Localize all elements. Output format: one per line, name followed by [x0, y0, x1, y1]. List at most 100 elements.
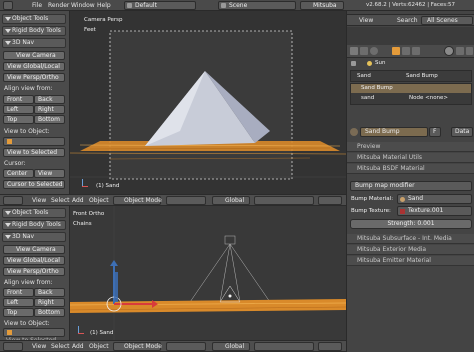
material-slot-sand-bump[interactable]: Sand Bump [406, 73, 438, 79]
material-slot-list[interactable]: Sand Sand Bump [350, 70, 472, 82]
bump-type-selector[interactable]: Bump map modifier [350, 181, 472, 191]
bump-texture-field[interactable]: Texture.001 [397, 206, 472, 216]
align-left-button[interactable]: Left [3, 105, 34, 114]
view-to-selected-button[interactable]: View to Selected [3, 148, 65, 157]
cursor-center-button[interactable]: Center [3, 169, 34, 178]
scene-selector[interactable]: Scene [218, 1, 296, 10]
view-to-object-field[interactable] [3, 137, 65, 146]
header-object-menu[interactable]: Object [89, 197, 109, 204]
scene-tab-icon[interactable] [360, 47, 368, 55]
material-name-field[interactable]: Sand Bump [360, 127, 428, 137]
tree-row-sand-bump[interactable]: Sand Bump [351, 84, 471, 93]
editor-type-selector[interactable] [3, 196, 23, 205]
view-camera-button[interactable]: View Camera [3, 51, 65, 60]
orientation-selector-bottom[interactable]: Global [212, 342, 250, 351]
material-slot-sand[interactable]: Sand [357, 73, 371, 79]
outliner-search-menu[interactable]: Search [397, 17, 418, 24]
orientation-selector[interactable]: Global [212, 196, 250, 205]
tab-object-tools[interactable]: Object Tools [2, 14, 66, 24]
view-camera-button-bottom[interactable]: View Camera [3, 245, 65, 254]
shading-buttons[interactable] [166, 196, 206, 205]
align-top-button[interactable]: Top [3, 115, 34, 124]
section-material-utils[interactable]: Mitsuba Material Utils [347, 153, 474, 163]
section-emitter-material[interactable]: Mitsuba Emitter Material [347, 256, 474, 266]
tab-3d-nav-bottom[interactable]: 3D Nav [2, 232, 66, 242]
view-persp-ortho-button[interactable]: View Persp/Ortho [3, 73, 65, 82]
material-tab-icon[interactable] [444, 46, 454, 56]
tab-3d-nav[interactable]: 3D Nav [2, 38, 66, 48]
header-view-menu-bottom[interactable]: View [32, 343, 46, 350]
snap-toggle[interactable] [318, 196, 342, 205]
menu-render[interactable]: Render [48, 2, 69, 9]
sun-lamp-icon [367, 61, 372, 66]
menu-file[interactable]: File [32, 2, 42, 9]
align-front-button[interactable]: Front [3, 95, 34, 104]
world-tab-icon[interactable] [370, 47, 378, 55]
modifier-tab-icon[interactable] [402, 47, 410, 55]
data-link-selector[interactable]: Data [451, 127, 473, 137]
screen-selector[interactable]: Default [124, 1, 196, 10]
material-browse-icon[interactable] [350, 128, 358, 136]
texture-tab-icon[interactable] [456, 47, 464, 55]
tab-rigid-body-tools[interactable]: Rigid Body Tools [2, 26, 66, 36]
object-tab-icon[interactable] [392, 47, 400, 55]
data-tab-icon[interactable] [412, 47, 420, 55]
render-tab-icon[interactable] [350, 47, 358, 55]
mode-selector[interactable]: Object Mode [113, 196, 162, 205]
header-add-menu[interactable]: Add [72, 197, 84, 204]
menu-window[interactable]: Window [71, 2, 95, 9]
align-front-button-bottom[interactable]: Front [3, 288, 34, 297]
header-object-menu-bottom[interactable]: Object [89, 343, 109, 350]
section-exterior-media[interactable]: Mitsuba Exterior Media [347, 245, 474, 255]
menu-help[interactable]: Help [97, 2, 111, 9]
header-select-menu[interactable]: Select [51, 197, 70, 204]
shading-buttons-bottom[interactable] [166, 342, 206, 351]
tab-rigid-body-tools-bottom[interactable]: Rigid Body Tools [2, 220, 66, 230]
outliner-view-menu[interactable]: View [359, 17, 373, 24]
layer-buttons[interactable] [254, 196, 314, 205]
node-tree-list[interactable]: Sand Bump sand Node <none> [350, 83, 472, 105]
orientation-label: Global [225, 197, 245, 204]
strength-slider[interactable]: Strength: 0.001 [350, 219, 472, 229]
outliner-list[interactable] [347, 27, 474, 45]
breadcrumb-sun[interactable]: Sun [375, 60, 385, 66]
header-add-menu-bottom[interactable]: Add [72, 343, 84, 350]
view-persp-ortho-button-bottom[interactable]: View Persp/Ortho [3, 267, 65, 276]
render-engine-selector[interactable]: Mitsuba [300, 1, 344, 10]
fake-user-button[interactable]: F [429, 127, 441, 137]
viewport-camera[interactable]: Camera Persp Feet (1) Sand [70, 11, 346, 194]
align-bottom-button-bottom[interactable]: Bottom [34, 308, 65, 317]
pin-icon[interactable] [351, 61, 356, 66]
align-back-button[interactable]: Back [34, 95, 65, 104]
section-bsdf-material[interactable]: Mitsuba BSDF Material [347, 164, 474, 174]
view-to-object-field-bottom[interactable] [3, 328, 65, 337]
bump-material-field[interactable]: Sand [397, 194, 472, 204]
align-left-button-bottom[interactable]: Left [3, 298, 34, 307]
editor-type-selector-bottom[interactable] [3, 342, 23, 351]
cursor-to-selected-button[interactable]: Cursor to Selected [3, 180, 65, 189]
align-bottom-button[interactable]: Bottom [34, 115, 65, 124]
tab-object-tools-bottom[interactable]: Object Tools [2, 208, 66, 218]
view-global-local-button[interactable]: View Global/Local [3, 62, 65, 71]
view-to-object-label-bottom: View to Object: [4, 320, 50, 327]
align-right-button-bottom[interactable]: Right [34, 298, 65, 307]
section-subsurface-media[interactable]: Mitsuba Subsurface - Int. Media [347, 234, 474, 244]
cursor-view-button[interactable]: View [34, 169, 65, 178]
align-back-button-bottom[interactable]: Back [34, 288, 65, 297]
particles-tab-icon[interactable] [466, 47, 473, 55]
mode-selector-bottom[interactable]: Object Mode [113, 342, 162, 351]
header-select-menu-bottom[interactable]: Select [51, 343, 70, 350]
align-top-button-bottom[interactable]: Top [3, 308, 34, 317]
blender-logo-icon[interactable] [3, 1, 13, 10]
viewport-front-ortho[interactable]: Front Ortho Chains (1) Sand [70, 206, 346, 340]
outliner-scope-selector[interactable]: All Scenes [421, 16, 473, 25]
snap-toggle-bottom[interactable] [318, 342, 342, 351]
layer-buttons-bottom[interactable] [254, 342, 314, 351]
view-to-object-label: View to Object: [4, 128, 50, 135]
align-right-button[interactable]: Right [34, 105, 65, 114]
section-preview[interactable]: Preview [347, 142, 474, 152]
tool-shelf-bottom: Object Tools Rigid Body Tools 3D Nav Vie… [0, 206, 70, 344]
tree-row-sand[interactable]: sand Node <none> [351, 94, 471, 103]
view-global-local-button-bottom[interactable]: View Global/Local [3, 256, 65, 265]
header-view-menu[interactable]: View [32, 197, 46, 204]
